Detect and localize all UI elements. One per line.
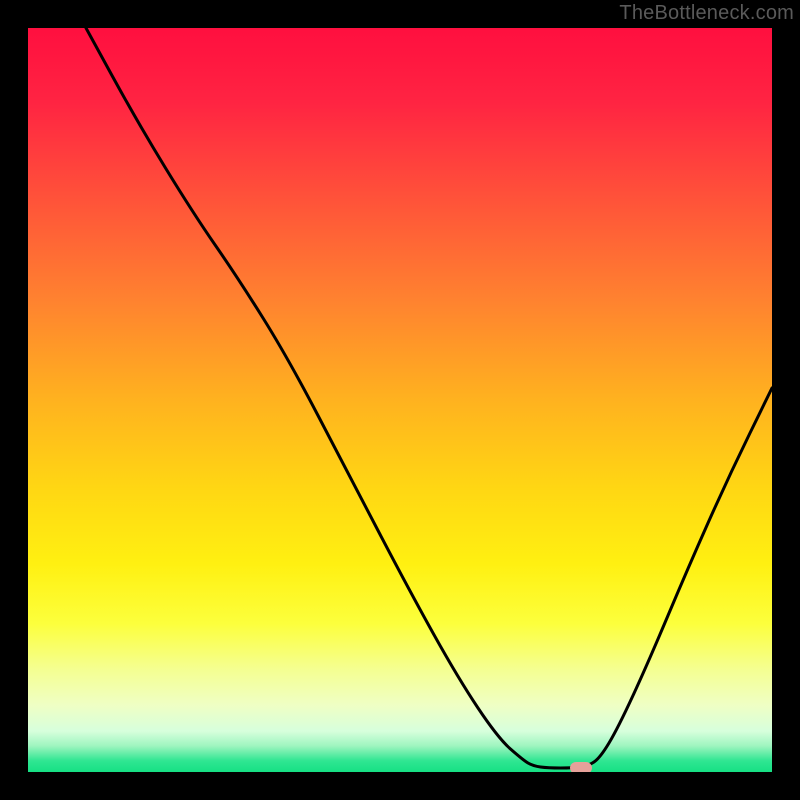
plot-area: [28, 28, 772, 772]
optimal-point-marker: [570, 762, 592, 772]
watermark-text: TheBottleneck.com: [619, 2, 794, 25]
gradient-background: [28, 28, 772, 772]
chart-frame: TheBottleneck.com: [0, 0, 800, 800]
plot-svg: [28, 28, 772, 772]
